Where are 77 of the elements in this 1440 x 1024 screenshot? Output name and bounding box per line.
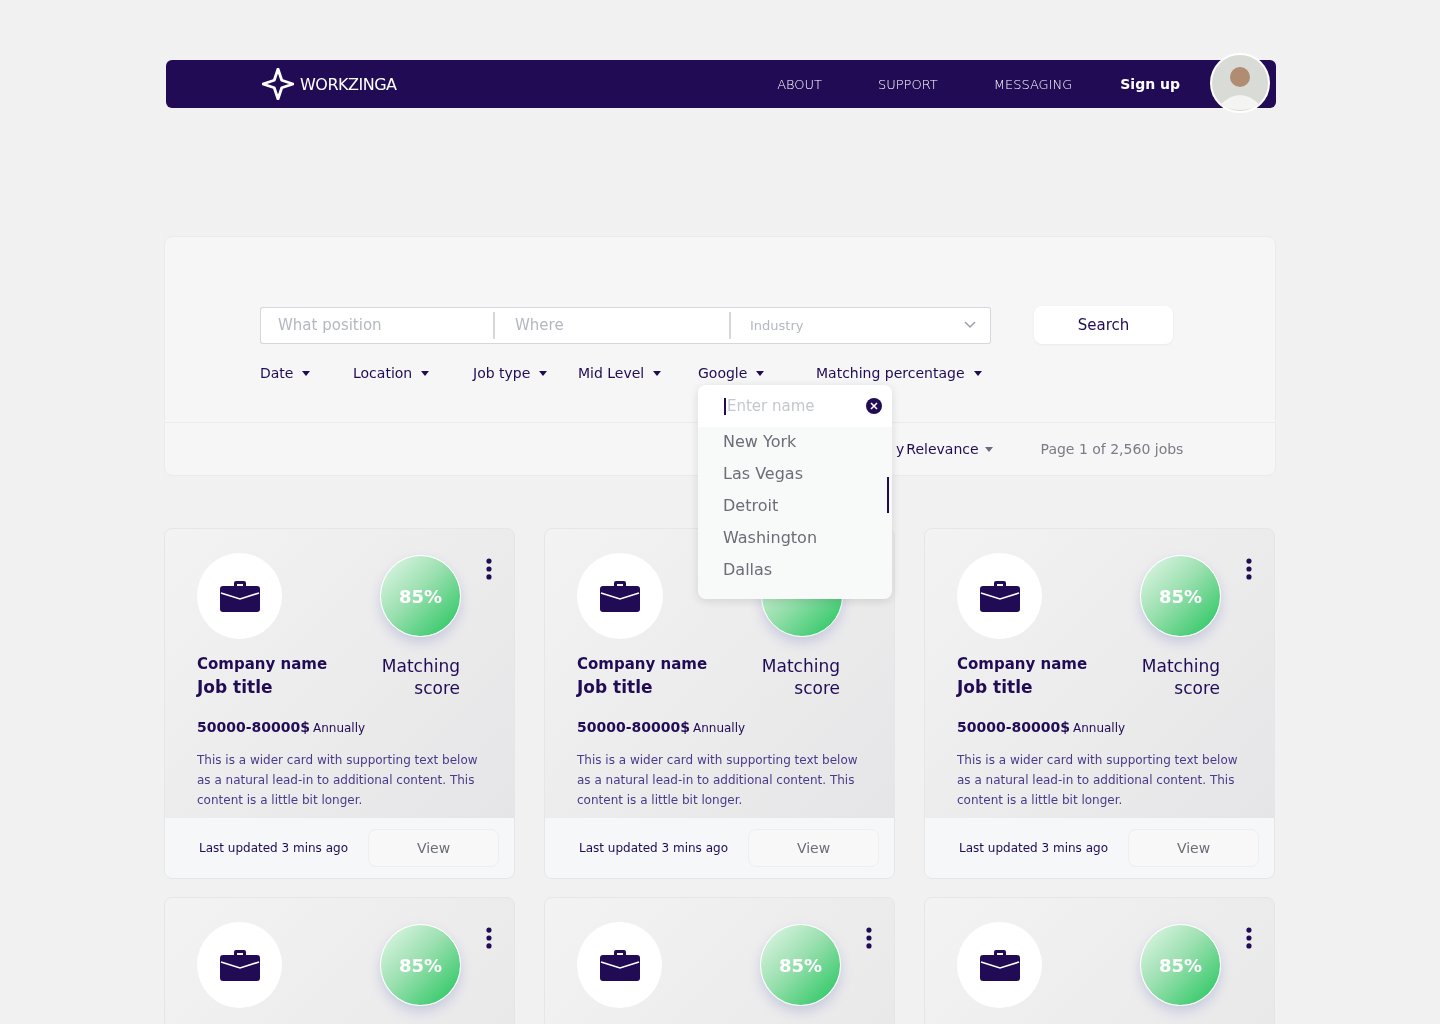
last-updated-text: Last updated 3 mins ago	[579, 841, 728, 855]
briefcase-icon	[979, 580, 1020, 612]
more-options-icon[interactable]	[486, 558, 492, 580]
salary-range: 50000-80000$	[197, 719, 310, 735]
company-name: Company name	[197, 655, 328, 673]
briefcase-icon	[979, 949, 1020, 981]
chevron-down-icon[interactable]	[964, 320, 976, 329]
caret-icon	[756, 370, 765, 376]
briefcase-icon	[600, 580, 640, 612]
filter-dropdown[interactable]: Google	[698, 365, 816, 381]
more-options-icon[interactable]	[1246, 558, 1252, 580]
view-button[interactable]: View	[1128, 829, 1259, 867]
search-button[interactable]: Search	[1034, 306, 1173, 344]
last-updated-text: Last updated 3 mins ago	[199, 841, 348, 855]
more-options-icon[interactable]	[486, 927, 492, 949]
view-button[interactable]: View	[368, 829, 499, 867]
brand-name: WORKZINGA	[300, 74, 397, 94]
job-description: This is a wider card with supporting text below as a natural lead-in to additional content. This content is a little bit longer.	[577, 752, 859, 809]
briefcase-icon	[219, 949, 260, 981]
search-field[interactable]: What position	[260, 306, 493, 344]
more-options-icon[interactable]	[1246, 927, 1252, 949]
text-cursor	[724, 398, 726, 415]
more-options-icon[interactable]	[866, 927, 872, 949]
sort-dropdown[interactable]: Relevance	[904, 441, 993, 457]
caret-icon	[539, 370, 548, 376]
salary-period: Annually	[1072, 721, 1126, 735]
score-value: 85%	[1159, 954, 1203, 976]
score-value: 85%	[399, 954, 443, 976]
score-value: 85%	[1159, 585, 1203, 607]
view-button[interactable]: View	[748, 829, 879, 867]
caret-icon	[421, 370, 430, 376]
pagination-text: Page 1 of 2,560 jobs	[1040, 441, 1184, 457]
score-value: 85%	[779, 954, 823, 976]
search-field[interactable]: Industry	[731, 306, 991, 344]
name-input-field[interactable]: Enter name	[698, 385, 892, 427]
company-name: Company name	[577, 655, 708, 673]
briefcase-icon	[219, 580, 260, 612]
dropdown-option[interactable]: Detroit	[698, 491, 892, 523]
salary-range: 50000-80000$	[957, 719, 1070, 735]
last-updated-text: Last updated 3 mins ago	[959, 841, 1108, 855]
score-label: Matching score	[380, 655, 460, 699]
search-field[interactable]: Where	[495, 306, 729, 344]
salary-range: 50000-80000$	[577, 719, 690, 735]
filter-dropdown[interactable]: Date	[260, 365, 353, 381]
dropdown-option[interactable]: Dallas	[698, 555, 892, 587]
job-title: Job title	[957, 677, 1034, 697]
scrollbar[interactable]	[887, 477, 889, 513]
dropdown-option[interactable]: Las Vegas	[698, 459, 892, 491]
sort-label: y	[896, 441, 905, 457]
filter-dropdown[interactable]: Location	[353, 365, 473, 381]
filter-dropdown[interactable]: Mid Level	[578, 365, 698, 381]
nav-link[interactable]: SUPPORT	[878, 76, 938, 92]
score-value: 85%	[399, 585, 443, 607]
caret-icon	[984, 446, 993, 452]
avatar[interactable]	[1210, 53, 1270, 113]
caret-icon	[653, 370, 662, 376]
salary-period: Annually	[692, 721, 746, 735]
close-icon[interactable]	[866, 398, 882, 414]
filter-dropdown[interactable]: Matching percentage	[816, 365, 982, 381]
dropdown-option[interactable]: New York	[698, 427, 892, 459]
company-name: Company name	[957, 655, 1088, 673]
job-title: Job title	[577, 677, 654, 697]
caret-icon	[973, 370, 982, 376]
nav-link[interactable]: MESSAGING	[993, 76, 1073, 92]
briefcase-icon	[599, 949, 640, 981]
score-label: Matching score	[760, 655, 840, 699]
filter-dropdown[interactable]: Job type	[473, 365, 578, 381]
job-description: This is a wider card with supporting text below as a natural lead-in to additional content. This content is a little bit longer.	[197, 752, 479, 809]
nav-link[interactable]: ABOUT	[777, 76, 822, 92]
salary-period: Annually	[312, 721, 366, 735]
caret-icon	[302, 370, 311, 376]
star-logo-icon	[262, 68, 294, 100]
score-label: Matching score	[1140, 655, 1220, 699]
sign-up-link[interactable]: Sign up	[1120, 76, 1180, 92]
job-description: This is a wider card with supporting text below as a natural lead-in to additional content. This content is a little bit longer.	[957, 752, 1239, 809]
dropdown-option[interactable]: Washington	[698, 523, 892, 555]
job-title: Job title	[197, 677, 274, 697]
